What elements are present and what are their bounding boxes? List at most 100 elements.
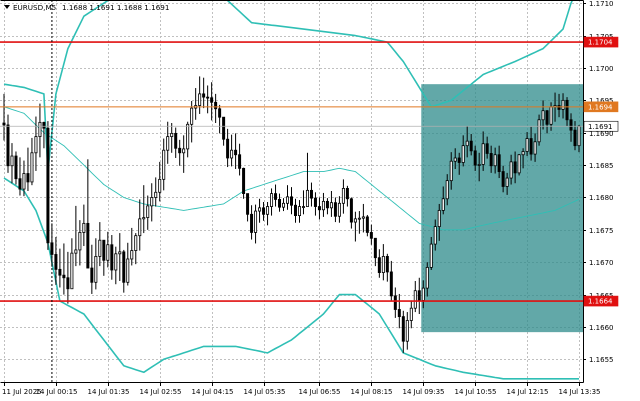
candle-body-bullish: [561, 99, 565, 110]
candle-body-bullish: [270, 193, 274, 207]
price-chart[interactable]: 1.17101.17051.17001.16951.16901.16851.16…: [0, 0, 640, 401]
price-tick-label: 1.1670: [589, 259, 614, 267]
candle-body-bearish: [242, 167, 246, 194]
candle-body-bullish: [70, 252, 74, 290]
candle-body-bullish: [445, 180, 449, 200]
candle-body-bullish: [301, 206, 305, 208]
candle-body-bullish: [38, 121, 42, 138]
candle-body-bearish: [110, 244, 114, 271]
candle-body-bullish: [533, 141, 537, 155]
highlight-rectangle[interactable]: [421, 84, 583, 333]
candle-body-bullish: [425, 266, 429, 289]
candle-body-bullish: [154, 191, 158, 198]
candle-body-bearish: [62, 274, 66, 279]
time-tick-label: 14 Jul 06:55: [299, 388, 341, 396]
candle-body-bearish: [545, 110, 549, 125]
candle-body-bullish: [353, 218, 357, 223]
time-tick-label: 14 Jul 04:15: [192, 388, 234, 396]
candle-body-bearish: [2, 122, 6, 126]
candle-body-bullish: [421, 287, 425, 301]
candle-body-bullish: [541, 110, 545, 121]
candle-body-bearish: [6, 124, 10, 167]
candle-body-bullish: [118, 251, 122, 255]
symbol-label: EURUSD,M5: [13, 3, 56, 12]
candle-body-bullish: [449, 160, 453, 182]
candle-body-bullish: [433, 226, 437, 245]
candle-body-bullish: [198, 93, 202, 106]
candle-body-bearish: [385, 255, 389, 273]
candle-body-bullish: [114, 253, 118, 271]
candle-body-bullish: [405, 320, 409, 342]
ohlc-label: 1.1688 1.1691 1.1688 1.1691: [62, 3, 169, 12]
candle-body-bearish: [86, 222, 90, 269]
candle-body-bearish: [202, 93, 206, 98]
candle-body-bullish: [106, 244, 110, 261]
candle-body-bullish: [158, 178, 162, 193]
candle-body-bearish: [529, 138, 533, 155]
candle-body-bearish: [469, 140, 473, 152]
candle-body-bullish: [409, 307, 413, 321]
candle-body-bullish: [150, 197, 154, 207]
candle-body-bearish: [349, 198, 353, 223]
candle-body-bearish: [274, 193, 278, 200]
candle-body-bullish: [297, 206, 301, 217]
candle-body-bullish: [525, 138, 529, 152]
candle-body-bearish: [309, 189, 313, 199]
candle-body-bullish: [186, 123, 190, 150]
candle-body-bearish: [246, 193, 250, 215]
price-tick-label: 1.1685: [589, 162, 614, 170]
candle-body-bearish: [214, 101, 218, 110]
candle-body-bearish: [210, 97, 214, 103]
candle-body-bullish: [549, 106, 553, 125]
candle-body-bullish: [381, 255, 385, 273]
candle-body-bullish: [190, 107, 194, 125]
candle-body-bullish: [230, 149, 234, 159]
candle-body-bullish: [166, 136, 170, 151]
candle-body-bearish: [373, 237, 377, 259]
price-tick-label: 1.1655: [589, 356, 614, 364]
candle-body-bullish: [361, 216, 365, 219]
candle-body-bullish: [453, 157, 457, 162]
candle-body-bullish: [286, 196, 290, 204]
candle-body-bearish: [42, 121, 46, 129]
candle-body-bearish: [489, 153, 493, 167]
candle-body-bullish: [258, 207, 262, 212]
time-tick-label: 14 Jul 10:55: [455, 388, 497, 396]
candle-body-bullish: [429, 243, 433, 268]
time-tick-label: 14 Jul 02:55: [140, 388, 182, 396]
candle-body-bearish: [389, 271, 393, 297]
candle-body-bullish: [321, 200, 325, 211]
candle-body-bullish: [413, 290, 417, 309]
time-tick-label: 14 Jul 09:35: [403, 388, 445, 396]
candle-body-bearish: [66, 277, 70, 290]
candle-body-bullish: [98, 239, 102, 257]
candle-body-bearish: [226, 138, 230, 159]
candle-body-bearish: [262, 207, 266, 215]
candle-body-bearish: [174, 132, 178, 149]
level-tag-label: 1.1664: [588, 298, 613, 306]
candle-body-bearish: [501, 171, 505, 187]
candle-body-bullish: [357, 217, 361, 220]
candle-body-bearish: [365, 216, 369, 233]
candle-body-bullish: [182, 148, 186, 154]
candle-body-bullish: [74, 249, 78, 254]
candle-body-bullish: [254, 210, 258, 233]
candle-body-bullish: [465, 140, 469, 147]
candle-body-bearish: [569, 119, 573, 131]
candle-body-bullish: [441, 198, 445, 211]
candle-body-bearish: [473, 150, 477, 166]
candle-body-bullish: [126, 258, 130, 283]
chart-title: EURUSD,M5 1.1688 1.1691 1.1688 1.1691: [4, 3, 169, 12]
candle-body-bearish: [565, 99, 569, 121]
candle-body-bullish: [10, 155, 14, 167]
candle-body-bearish: [313, 197, 317, 207]
highlight-zone[interactable]: [421, 84, 583, 333]
candle-body-bearish: [377, 257, 381, 273]
candle-body-bearish: [178, 147, 182, 154]
candle-body-bearish: [102, 239, 106, 261]
candle-body-bearish: [513, 161, 517, 174]
candle-body-bearish: [222, 116, 226, 140]
candle-body-bearish: [46, 127, 50, 244]
level-tag-label: 1.1694: [588, 103, 613, 111]
candle-body-bullish: [266, 206, 270, 215]
